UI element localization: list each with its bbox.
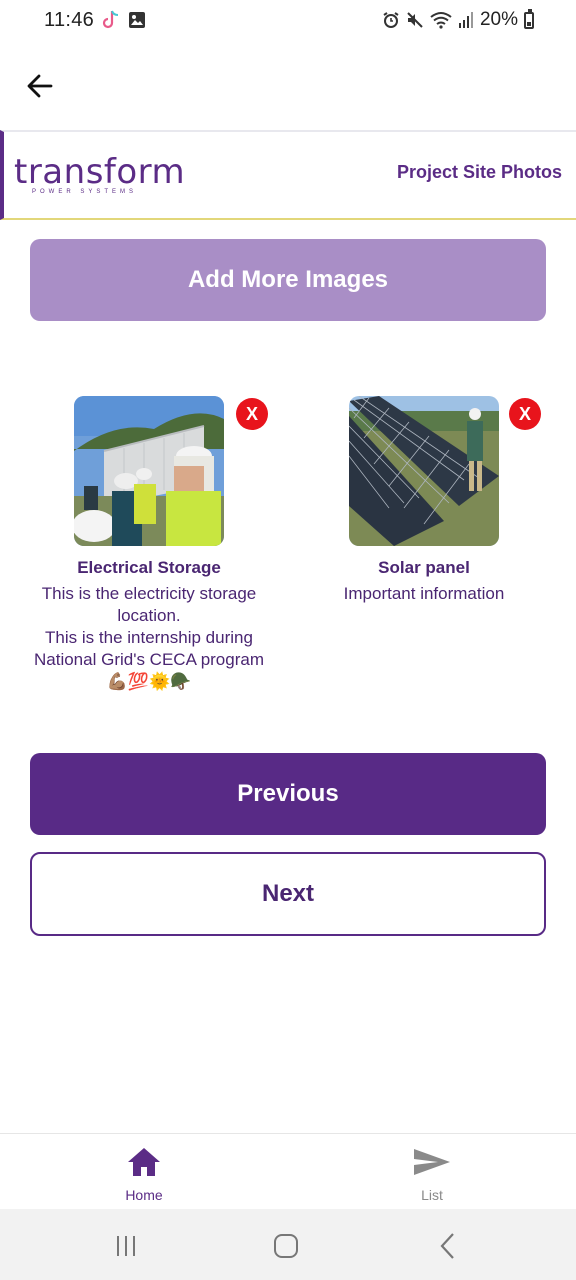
chevron-left-icon (440, 1233, 454, 1259)
status-time: 11:46 (44, 9, 95, 31)
photo-description: Important information (343, 584, 505, 603)
tiktok-icon (102, 10, 119, 29)
mute-icon (407, 12, 423, 28)
system-navigation-bar (0, 1209, 576, 1280)
status-bar: 11:46 20% (0, 0, 576, 44)
system-home-button[interactable] (266, 1231, 306, 1261)
photo-title: Solar panel (378, 558, 470, 577)
home-icon (128, 1148, 160, 1176)
arrow-left-icon (27, 74, 53, 98)
photo-card: X Electrical Storage This is the electri… (24, 396, 274, 693)
back-button[interactable] (18, 64, 62, 108)
bottom-navigation: Home List (0, 1133, 576, 1209)
photo-thumbnail[interactable] (74, 396, 224, 546)
battery-percent: 20% (479, 9, 518, 30)
battery-icon (524, 8, 534, 29)
nav-label-home: Home (125, 1187, 163, 1203)
nav-item-list[interactable]: List (372, 1146, 492, 1203)
photo-card: X Solar panel Important information (299, 396, 549, 605)
logo-wordmark: transform (14, 152, 186, 192)
alarm-icon (383, 12, 399, 28)
wifi-icon (430, 12, 452, 29)
electrical-storage-photo (74, 396, 224, 546)
nav-item-home[interactable]: Home (84, 1146, 204, 1203)
photo-description: This is the electricity storage location… (34, 584, 264, 691)
status-notification-icons (102, 10, 146, 30)
app-bar (0, 44, 576, 130)
brand-header: transform POWER SYSTEMS Project Site Pho… (0, 130, 576, 220)
previous-button[interactable]: Previous (30, 753, 546, 835)
remove-photo-button[interactable]: X (509, 398, 541, 430)
next-button[interactable]: Next (30, 852, 546, 936)
system-back-button[interactable] (428, 1231, 468, 1261)
signal-icon (458, 12, 473, 28)
page-title: Project Site Photos (396, 162, 562, 182)
transform-logo: transform POWER SYSTEMS (14, 154, 185, 195)
photo-title: Electrical Storage (77, 558, 221, 577)
system-home-icon (274, 1234, 298, 1258)
add-more-images-button[interactable]: Add More Images (30, 239, 546, 321)
recent-apps-button[interactable] (106, 1231, 146, 1261)
solar-panel-photo (349, 396, 499, 546)
nav-label-list: List (421, 1187, 443, 1203)
send-icon (414, 1149, 450, 1175)
recent-apps-icon (117, 1236, 135, 1256)
gallery-icon (129, 12, 145, 28)
status-system-icons: 20% (382, 8, 534, 31)
photo-thumbnail[interactable] (349, 396, 499, 546)
remove-photo-button[interactable]: X (236, 398, 268, 430)
